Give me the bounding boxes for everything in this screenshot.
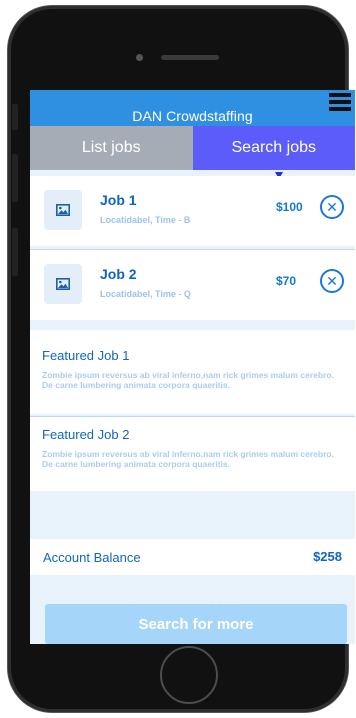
volume-down-button	[12, 228, 18, 276]
job-list-item[interactable]: Job 1 Locatidabel, Time - B $100 ✕	[30, 176, 355, 246]
phone-frame: DAN Crowdstaffing List jobs Search jobs …	[8, 6, 355, 712]
image-icon	[44, 264, 82, 304]
search-for-more-button[interactable]: Search for more	[45, 604, 347, 644]
job-subtitle: Locatidabel, Time - B	[100, 215, 191, 225]
close-circle-icon[interactable]: ✕	[320, 195, 344, 219]
app-screen: DAN Crowdstaffing List jobs Search jobs …	[30, 90, 355, 644]
tab-label: Search jobs	[231, 139, 317, 156]
account-balance-row: Account Balance $258	[30, 539, 355, 575]
job-title: Job 1	[100, 192, 137, 208]
tab-bar: List jobs Search jobs	[30, 126, 355, 179]
hamburger-menu-icon[interactable]	[329, 93, 351, 113]
job-price: $100	[276, 200, 303, 214]
account-balance-label: Account Balance	[43, 550, 141, 565]
job-list-item[interactable]: Job 2 Locatidabel, Time - Q $70 ✕	[30, 249, 355, 320]
image-icon	[44, 190, 82, 230]
job-subtitle: Locatidabel, Time - Q	[100, 289, 191, 299]
close-circle-icon[interactable]: ✕	[320, 269, 344, 293]
featured-job-description: Zombie ipsum reversus ab viral inferno,n…	[42, 370, 334, 390]
account-balance-value: $258	[313, 549, 342, 564]
job-title: Job 2	[100, 266, 137, 282]
featured-job-title: Featured Job 1	[42, 348, 130, 363]
featured-job-card[interactable]: Featured Job 2 Zombie ipsum reversus ab …	[30, 416, 355, 491]
home-button	[160, 646, 218, 704]
job-price: $70	[276, 274, 297, 288]
volume-up-button	[12, 154, 18, 202]
app-title: DAN Crowdstaffing	[132, 108, 253, 124]
mute-switch	[12, 104, 18, 130]
earpiece-speaker	[161, 55, 219, 60]
featured-job-title: Featured Job 2	[42, 427, 130, 442]
featured-job-card[interactable]: Featured Job 1 Zombie ipsum reversus ab …	[30, 330, 355, 414]
tab-search-jobs[interactable]: Search jobs	[192, 126, 355, 179]
featured-job-description: Zombie ipsum reversus ab viral inferno,n…	[42, 449, 334, 469]
tab-list-jobs[interactable]: List jobs	[30, 126, 193, 170]
front-camera	[136, 54, 143, 61]
app-header: DAN Crowdstaffing	[30, 90, 355, 126]
